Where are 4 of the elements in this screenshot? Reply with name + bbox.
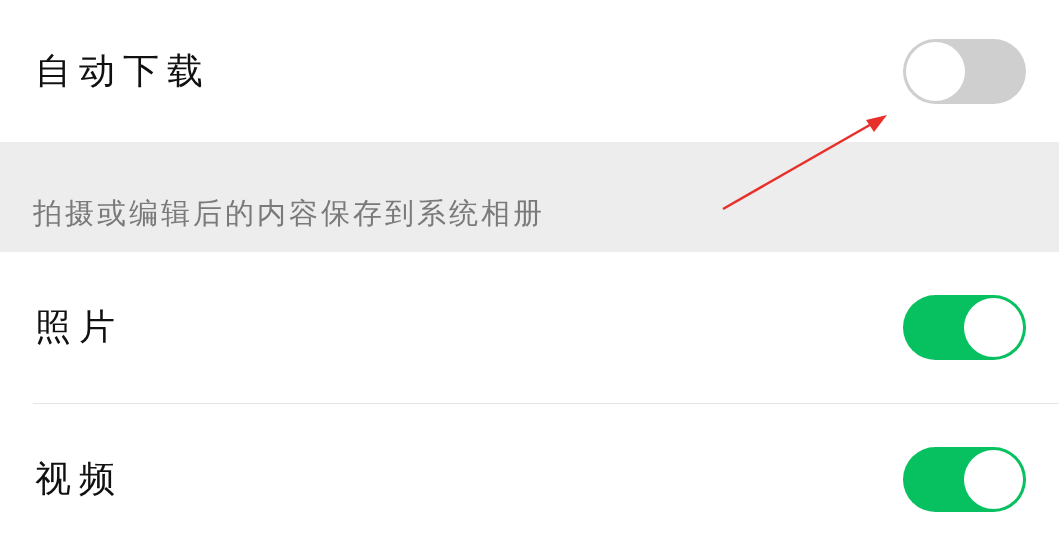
setting-label: 自动下载 [35,48,211,93]
section-header: 拍摄或编辑后的内容保存到系统相册 [33,195,545,232]
setting-label: 视频 [35,456,123,501]
setting-label: 照片 [35,305,123,349]
